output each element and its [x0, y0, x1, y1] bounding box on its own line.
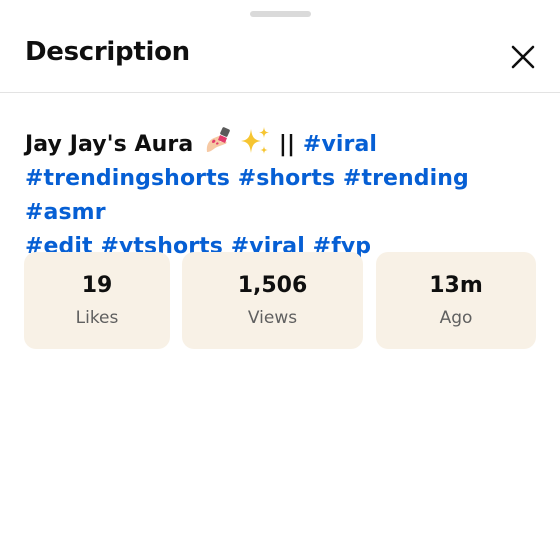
hashtag-link[interactable]: #trending [343, 166, 469, 191]
sparkles-emoji [241, 127, 270, 154]
description-text: Jay Jay's Aura [25, 132, 194, 157]
description-separator: || [278, 132, 296, 157]
age-value: 13m [429, 273, 483, 298]
age-stat: 13m Ago [376, 252, 536, 349]
views-count: 1,506 [237, 273, 308, 298]
nail-polish-emoji [206, 127, 230, 152]
close-button[interactable] [504, 38, 542, 76]
hashtag-link[interactable]: #asmr [25, 200, 106, 225]
video-description: Jay Jay's Aura || #viral #trendingshorts… [25, 125, 545, 264]
hashtag-link[interactable]: #shorts [238, 166, 335, 191]
sheet-title: Description [25, 37, 190, 67]
hashtag-link[interactable]: #trendingshorts [25, 166, 230, 191]
likes-label: Likes [75, 308, 119, 328]
hashtag-link[interactable]: #viral [303, 132, 377, 157]
stats-row: 19 Likes 1,506 Views 13m Ago [24, 252, 536, 349]
likes-stat: 19 Likes [24, 252, 170, 349]
sheet-header: Description [0, 26, 560, 93]
likes-count: 19 [81, 273, 113, 298]
age-label: Ago [439, 308, 473, 328]
views-stat: 1,506 Views [182, 252, 363, 349]
description-sheet: Description Jay Jay's Aura || #viral #tr… [0, 0, 560, 560]
views-label: Views [247, 308, 298, 328]
drag-handle[interactable] [250, 11, 311, 17]
close-icon [511, 45, 535, 69]
